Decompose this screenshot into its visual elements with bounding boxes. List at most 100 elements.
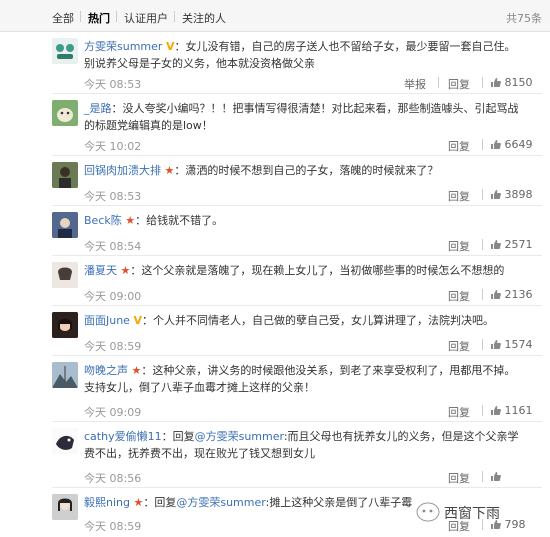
tab-divider (116, 11, 117, 22)
tab-divider (80, 11, 81, 22)
comment-body: 这个父亲就是落魄了，现在赖上女儿了，当初做哪些事的时候怎么不想想的 (141, 264, 505, 277)
comment-text-block: 潘夏天 ★：这个父亲就是落魄了，现在赖上女儿了，当初做哪些事的时候怎么不想想的 (84, 262, 520, 279)
avatar[interactable] (52, 100, 78, 126)
thumbs-up-icon (491, 240, 501, 249)
comment-text-block: Beck陈 ★：给钱就不错了。 (84, 212, 520, 229)
wechat-logo-icon: 西窗下雨 (416, 502, 500, 522)
comment-item: cathy爱偷懒11：回复@方雯荣summer:而且父母也有抚养女儿的义务，但是… (0, 422, 550, 488)
verified-badge-icon: V (133, 314, 142, 327)
tab-hot[interactable]: 热门 (88, 10, 110, 26)
avatar[interactable] (52, 262, 78, 288)
comment-item: _是路：没人夸奖小编吗？！！把事情写得很清楚！对比起来看，那些制造噱头、引起骂战… (0, 94, 550, 156)
comment-time: 今天 09:09 (84, 406, 142, 419)
star-badge-icon: ★ (120, 264, 131, 277)
comment-separator: ： (135, 214, 147, 227)
thumbs-up-icon (491, 78, 501, 87)
tab-all[interactable]: 全部 (52, 10, 74, 26)
comment-username[interactable]: 方雯荣summer (84, 40, 162, 53)
comment-separator: ： (141, 364, 153, 377)
avatar[interactable] (52, 162, 78, 188)
comment-time: 今天 08:56 (84, 472, 142, 485)
mentioned-user-link[interactable]: @方雯荣summer (176, 496, 265, 509)
thumbs-up-icon (491, 290, 501, 299)
like-count: 2136 (504, 288, 533, 301)
comment-time: 今天 08:53 (84, 190, 142, 203)
tab-following[interactable]: 关注的人 (182, 10, 226, 26)
comment-time: 今天 08:54 (84, 240, 142, 253)
like-button[interactable]: 2571 (490, 238, 533, 251)
mentioned-user-link[interactable]: @方雯荣summer (195, 430, 284, 443)
action-divider (482, 405, 483, 416)
like-button[interactable] (490, 470, 501, 483)
avatar[interactable] (52, 38, 78, 64)
avatar[interactable] (52, 428, 78, 454)
comment-actions: 回复 2136 (448, 288, 534, 304)
action-divider (482, 77, 483, 88)
action-divider (482, 239, 483, 250)
watermark: 西窗下雨 (414, 500, 544, 526)
like-button[interactable]: 3898 (490, 188, 533, 201)
reply-link[interactable]: 回复 (448, 138, 470, 154)
avatar[interactable] (52, 362, 78, 388)
thumbs-up-icon (491, 406, 501, 415)
comment-item: 吻晚之声 ★：这种父亲，讲义务的时候跟他没关系，到老了来享受权利了，甩都甩不掉。… (0, 356, 550, 422)
avatar[interactable] (52, 494, 78, 520)
thumbs-up-icon (491, 472, 501, 481)
comment-body: 潇洒的时候不想到自己的子女，落魄的时候就来了？ (185, 164, 439, 177)
comment-time: 今天 10:02 (84, 140, 142, 153)
comment-item: Beck陈 ★：给钱就不错了。 今天 08:54 回复 2571 (0, 206, 550, 256)
like-button[interactable]: 2136 (490, 288, 533, 301)
comment-item: 面面June V：个人并不同情老人，自己做的孽自己受，女儿算讲理了，法院判决吧。… (0, 306, 550, 356)
thumbs-up-icon (491, 190, 501, 199)
comment-separator: ： (161, 430, 173, 443)
like-count: 8150 (504, 76, 533, 89)
comment-text-block: 面面June V：个人并不同情老人，自己做的孽自己受，女儿算讲理了，法院判决吧。 (84, 312, 520, 329)
reply-link[interactable]: 回复 (448, 470, 470, 486)
comment-item: 方雯荣summer V：女儿没有错，自己的房子送人也不留给子女，最少要留一套自己… (0, 32, 550, 94)
reply-link[interactable]: 回复 (448, 238, 470, 254)
comment-username[interactable]: _是路 (84, 102, 112, 115)
comment-username[interactable]: 毅熙ning (84, 496, 130, 509)
comment-body: 个人并不同情老人，自己做的孽自己受，女儿算讲理了，法院判决吧。 (152, 314, 494, 327)
like-button[interactable]: 1161 (490, 404, 533, 417)
like-count: 6649 (504, 138, 533, 151)
like-button[interactable]: 1574 (490, 338, 533, 351)
reply-prefix: 回复 (172, 430, 195, 443)
action-divider (482, 289, 483, 300)
thumbs-up-icon (491, 140, 501, 149)
comment-username[interactable]: cathy爱偷懒11 (84, 430, 162, 443)
comment-username[interactable]: 回锅肉加溃大排 (84, 164, 161, 177)
like-button[interactable]: 6649 (490, 138, 533, 151)
comment-item: 回锅肉加溃大排 ★：潇洒的时候不想到自己的子女，落魄的时候就来了？ 今天 08:… (0, 156, 550, 206)
comment-username[interactable]: 潘夏天 (84, 264, 117, 277)
comment-time: 今天 09:00 (84, 290, 142, 303)
like-button[interactable]: 8150 (490, 76, 533, 89)
reply-link[interactable]: 回复 (448, 404, 470, 420)
action-divider (482, 189, 483, 200)
comment-username[interactable]: Beck陈 (84, 214, 122, 227)
comment-text-block: 回锅肉加溃大排 ★：潇洒的时候不想到自己的子女，落魄的时候就来了？ (84, 162, 520, 179)
comment-username[interactable]: 吻晚之声 (84, 364, 128, 377)
comment-time: 今天 08:59 (84, 520, 142, 533)
comment-total-count: 共75条 (506, 12, 542, 25)
like-count: 3898 (504, 188, 533, 201)
reply-link[interactable]: 回复 (448, 288, 470, 304)
reply-link[interactable]: 回复 (448, 188, 470, 204)
comment-actions: 回复 (448, 470, 534, 486)
comment-filter-tabs: 全部 热门 认证用户 关注的人 共75条 (0, 0, 550, 32)
avatar[interactable] (52, 212, 78, 238)
star-badge-icon: ★ (164, 164, 175, 177)
tab-verified-users[interactable]: 认证用户 (124, 10, 168, 26)
comment-username[interactable]: 面面June (84, 314, 130, 327)
tab-divider (174, 11, 175, 22)
report-link[interactable]: 举报 (404, 76, 426, 92)
comment-text-block: 方雯荣summer V：女儿没有错，自己的房子送人也不留给子女，最少要留一套自己… (84, 38, 520, 72)
reply-link[interactable]: 回复 (448, 76, 470, 92)
reply-link[interactable]: 回复 (448, 338, 470, 354)
star-badge-icon: ★ (125, 214, 136, 227)
star-badge-icon: ★ (133, 496, 144, 509)
watermark-text: 西窗下雨 (444, 505, 500, 522)
comment-text-block: cathy爱偷懒11：回复@方雯荣summer:而且父母也有抚养女儿的义务，但是… (84, 428, 520, 462)
avatar[interactable] (52, 312, 78, 338)
comment-item: 潘夏天 ★：这个父亲就是落魄了，现在赖上女儿了，当初做哪些事的时候怎么不想想的 … (0, 256, 550, 306)
